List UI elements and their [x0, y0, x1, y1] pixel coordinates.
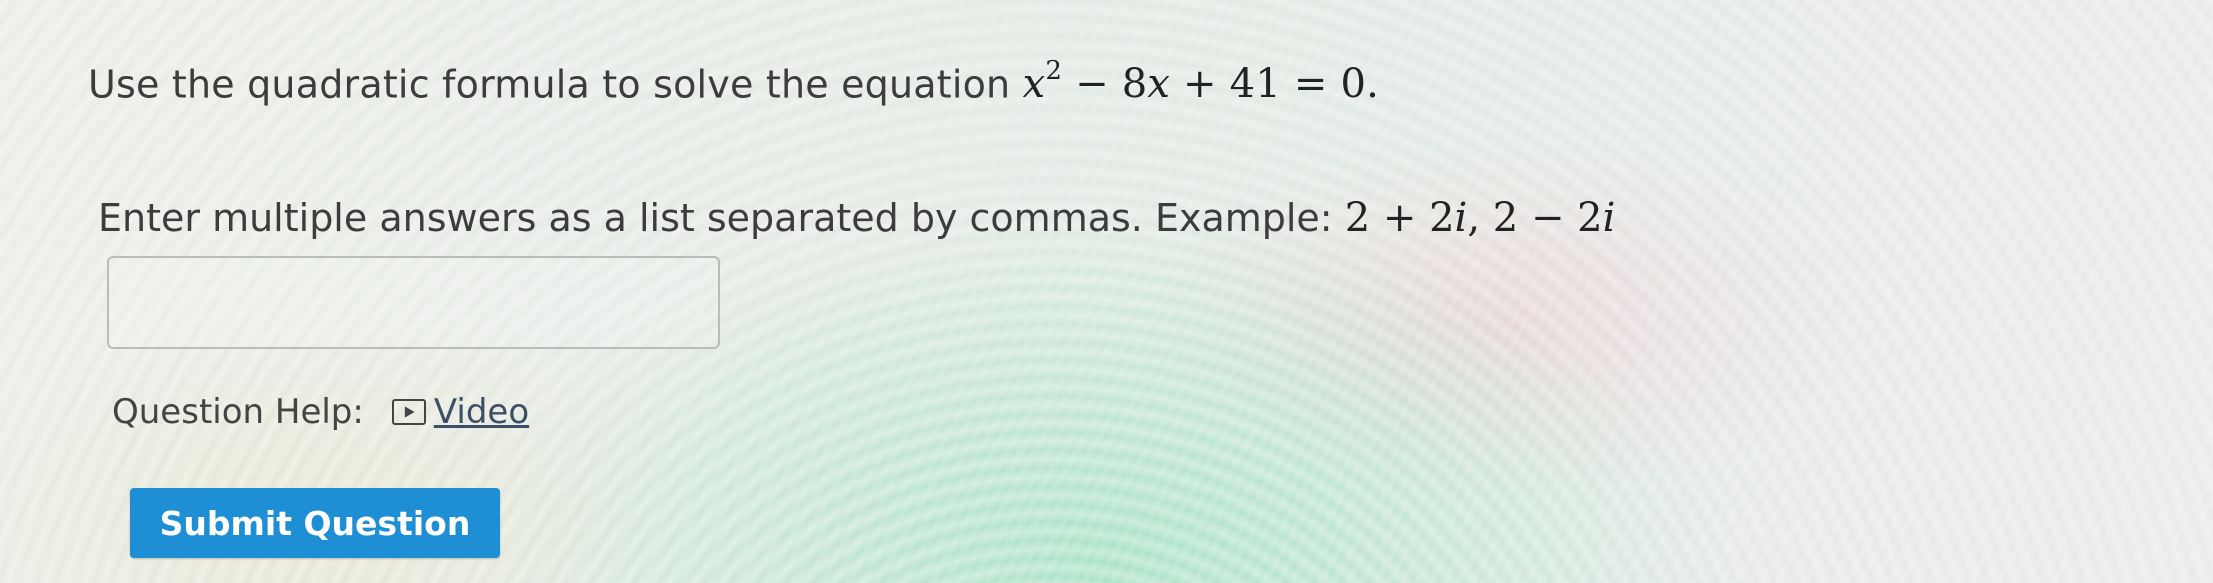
video-link[interactable]: Video	[391, 392, 530, 432]
example-answer: 2 + 2i, 2 − 2i	[1345, 195, 1616, 241]
example-part-2: , 2 − 2	[1467, 195, 1603, 241]
question-prompt: Use the quadratic formula to solve the e…	[88, 56, 1380, 108]
equation-var-x2: x	[1147, 61, 1171, 108]
video-link-label: Video	[433, 392, 530, 432]
question-help-label: Question Help:	[112, 392, 364, 432]
equation-term-8: − 8	[1062, 61, 1148, 108]
answer-instructions: Enter multiple answers as a list separat…	[98, 195, 1615, 241]
example-imag-2: i	[1602, 195, 1616, 241]
equation-var-x: x	[1022, 61, 1046, 108]
play-icon	[391, 399, 426, 425]
instructions-text: Enter multiple answers as a list separat…	[98, 196, 1345, 240]
question-help: Question Help: Video	[112, 392, 529, 432]
example-part-1: 2 + 2	[1344, 195, 1455, 241]
example-imag-1: i	[1454, 195, 1468, 241]
question-prompt-text: Use the quadratic formula to solve the e…	[88, 62, 1023, 107]
question-panel: Use the quadratic formula to solve the e…	[0, 0, 2213, 583]
equation-tail: + 41 = 0.	[1170, 61, 1380, 108]
submit-question-button[interactable]: Submit Question	[130, 488, 500, 558]
equation-exponent: 2	[1045, 56, 1063, 86]
answer-input[interactable]	[107, 256, 720, 349]
equation: x2 − 8x + 41 = 0.	[1022, 56, 1380, 108]
